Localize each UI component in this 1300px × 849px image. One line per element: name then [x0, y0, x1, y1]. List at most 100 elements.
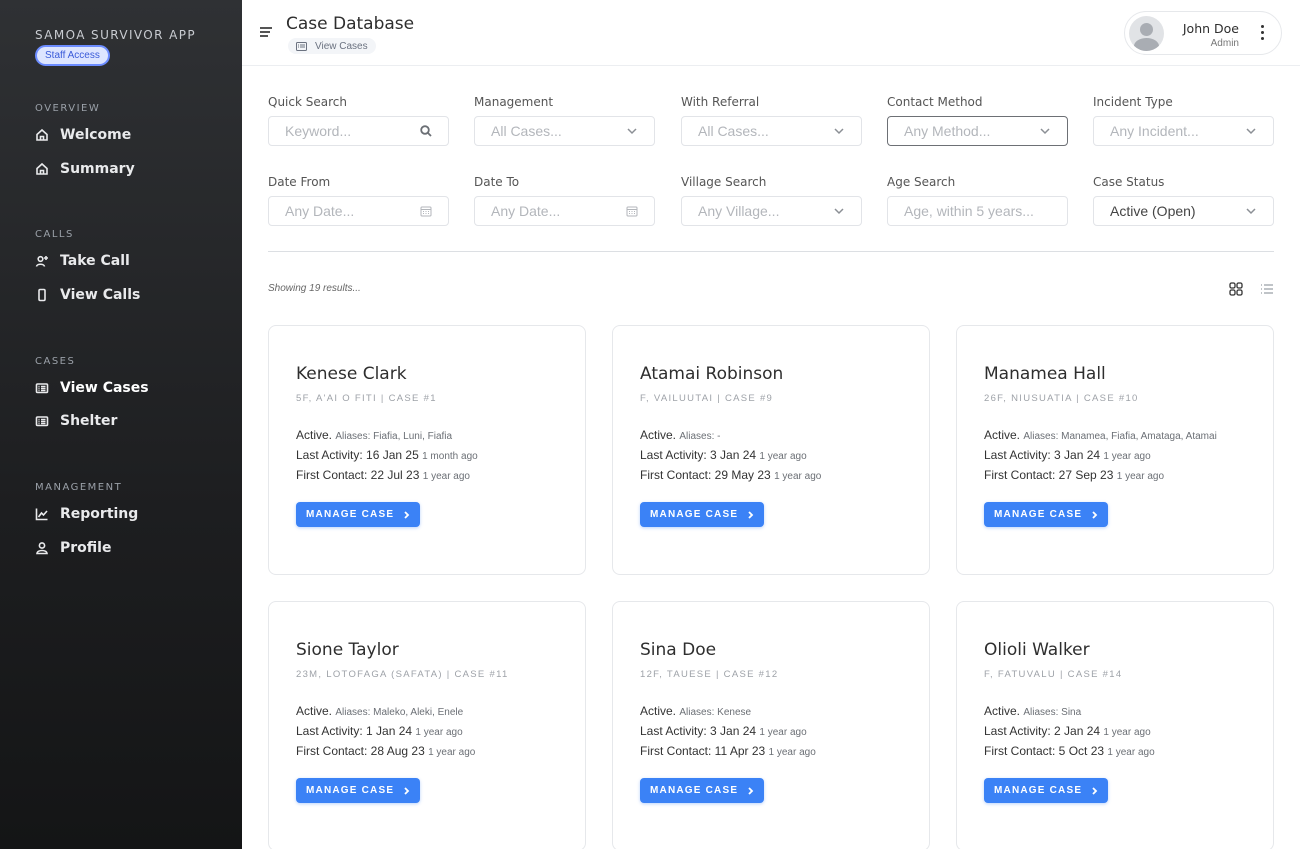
manage-case-button[interactable]: MANAGE CASE: [640, 778, 765, 803]
manage-case-label: MANAGE CASE: [306, 509, 395, 520]
case-name: Atamai Robinson: [640, 364, 784, 384]
case-status-line: Active. Aliases: Kenese: [640, 702, 910, 722]
manage-case-button[interactable]: MANAGE CASE: [296, 778, 421, 803]
case-aliases: Aliases: -: [679, 431, 721, 442]
date-to-input[interactable]: Any Date...: [474, 196, 655, 226]
calendar-icon: [420, 206, 432, 217]
filter-date-to: Date To Any Date...: [474, 175, 655, 226]
sidebar-item-view-cases[interactable]: View Cases: [35, 377, 149, 399]
last-activity-date: Last Activity: 3 Jan 24: [640, 448, 757, 462]
home-icon: [36, 128, 48, 141]
first-contact-date: First Contact: 22 Jul 23: [296, 468, 420, 482]
chevron-right-icon: [748, 786, 754, 795]
case-details: 26F, NIUSUATIA | CASE #10: [984, 393, 1139, 404]
case-status-line: Active. Aliases: -: [640, 426, 910, 446]
page-title: Case Database: [286, 14, 415, 34]
village-select[interactable]: Any Village...: [681, 196, 862, 226]
case-name: Sione Taylor: [296, 640, 399, 660]
filter-contact-method: Contact Method Any Method...: [887, 95, 1068, 146]
filter-age-search: Age Search Age, within 5 years...: [887, 175, 1068, 226]
grid-view-icon[interactable]: [1229, 282, 1243, 296]
section-label-management: MANAGEMENT: [35, 482, 123, 493]
filter-quick-search: Quick Search Keyword...: [268, 95, 449, 146]
more-vertical-icon[interactable]: [1261, 25, 1265, 43]
select-placeholder: All Cases...: [491, 123, 562, 139]
sidebar-item-profile[interactable]: Profile: [35, 537, 111, 559]
manage-case-button[interactable]: MANAGE CASE: [984, 502, 1109, 527]
last-activity-date: Last Activity: 2 Jan 24: [984, 724, 1101, 738]
contact-method-select[interactable]: Any Method...: [887, 116, 1068, 146]
manage-case-button[interactable]: MANAGE CASE: [984, 778, 1109, 803]
sidebar-item-welcome[interactable]: Welcome: [35, 124, 131, 146]
case-first-contact: First Contact: 29 May 23 1 year ago: [640, 466, 910, 486]
case-aliases: Aliases: Sina: [1023, 707, 1082, 718]
case-card: Kenese Clark 5F, A'AI O FITI | CASE #1 Act…: [268, 325, 586, 575]
breadcrumb-label: View Cases: [315, 40, 368, 52]
app-title: SAMOA SURVIVOR APP: [35, 28, 196, 42]
case-aliases: Aliases: Maleko, Aleki, Enele: [335, 707, 464, 718]
phone-icon: [38, 288, 46, 302]
avatar: [1129, 16, 1164, 51]
date-from-input[interactable]: Any Date...: [268, 196, 449, 226]
first-contact-date: First Contact: 11 Apr 23: [640, 744, 766, 758]
case-status: Active.: [296, 704, 333, 718]
filter-label: Date From: [268, 175, 331, 189]
list-view-icon[interactable]: [1260, 283, 1274, 295]
manage-case-label: MANAGE CASE: [994, 785, 1083, 796]
referral-select[interactable]: All Cases...: [681, 116, 862, 146]
sidebar-item-take-call[interactable]: Take Call: [35, 250, 130, 272]
sidebar-item-view-calls[interactable]: View Calls: [35, 284, 140, 306]
filter-management: Management All Cases...: [474, 95, 655, 146]
chevron-right-icon: [1092, 786, 1098, 795]
sidebar-item-summary[interactable]: Summary: [35, 158, 135, 180]
incident-type-select[interactable]: Any Incident...: [1093, 116, 1274, 146]
case-card: Sina Doe 12F, TAUESE | CASE #12 Active. Al…: [612, 601, 930, 849]
case-details: F, FATUVALU | CASE #14: [984, 669, 1123, 680]
sidebar-item-reporting[interactable]: Reporting: [35, 503, 138, 525]
input-placeholder: Keyword...: [285, 123, 352, 139]
filter-label: Village Search: [681, 175, 767, 189]
case-status-select[interactable]: Active (Open): [1093, 196, 1274, 226]
first-contact-ago: 1 year ago: [422, 471, 470, 482]
filter-label: Incident Type: [1093, 95, 1173, 109]
input-placeholder: Any Date...: [491, 203, 561, 219]
case-details: 12F, TAUESE | CASE #12: [640, 669, 779, 680]
user-menu[interactable]: John Doe Admin: [1124, 11, 1282, 55]
sidebar: SAMOA SURVIVOR APP Staff Access OVERVIEW…: [0, 0, 242, 849]
management-select[interactable]: All Cases...: [474, 116, 655, 146]
case-status: Active.: [984, 428, 1021, 442]
sidebar-item-label: View Cases: [60, 380, 149, 396]
select-placeholder: Any Incident...: [1110, 123, 1199, 139]
first-contact-date: First Contact: 5 Oct 23: [984, 744, 1105, 758]
breadcrumb[interactable]: View Cases: [288, 38, 376, 54]
case-info: Active. Aliases: - Last Activity: 3 Jan 2…: [640, 426, 910, 486]
case-details: F, VAILUUTAI | CASE #9: [640, 393, 774, 404]
first-contact-ago: 1 year ago: [428, 747, 476, 758]
first-contact-ago: 1 year ago: [1116, 471, 1165, 482]
results-count: Showing 19 results...: [268, 283, 361, 294]
sidebar-item-shelter[interactable]: Shelter: [35, 410, 117, 432]
select-placeholder: Any Method...: [904, 123, 991, 139]
menu-icon[interactable]: [260, 27, 272, 37]
last-activity-ago: 1 year ago: [1103, 727, 1151, 738]
select-placeholder: Any Village...: [698, 203, 780, 219]
chevron-down-icon: [627, 128, 637, 135]
age-search-input[interactable]: Age, within 5 years...: [887, 196, 1068, 226]
manage-case-button[interactable]: MANAGE CASE: [296, 502, 421, 527]
sidebar-item-label: Reporting: [60, 506, 139, 522]
case-first-contact: First Contact: 27 Sep 23 1 year ago: [984, 466, 1254, 486]
case-card: Atamai Robinson F, VAILUUTAI | CASE #9 Act…: [612, 325, 930, 575]
user-icon: [36, 542, 48, 555]
first-contact-ago: 1 year ago: [774, 471, 822, 482]
manage-case-button[interactable]: MANAGE CASE: [640, 502, 765, 527]
case-last-activity: Last Activity: 3 Jan 24 1 year ago: [984, 446, 1254, 466]
case-status-line: Active. Aliases: Sina: [984, 702, 1254, 722]
case-name: Kenese Clark: [296, 364, 407, 384]
last-activity-date: Last Activity: 16 Jan 25: [296, 448, 419, 462]
quick-search-input[interactable]: Keyword...: [268, 116, 449, 146]
last-activity-date: Last Activity: 1 Jan 24: [296, 724, 413, 738]
filter-label: Contact Method: [887, 95, 983, 109]
top-header: Case Database View Cases John Doe Admin: [242, 0, 1300, 66]
chevron-right-icon: [404, 510, 410, 519]
case-last-activity: Last Activity: 2 Jan 24 1 year ago: [984, 722, 1254, 742]
